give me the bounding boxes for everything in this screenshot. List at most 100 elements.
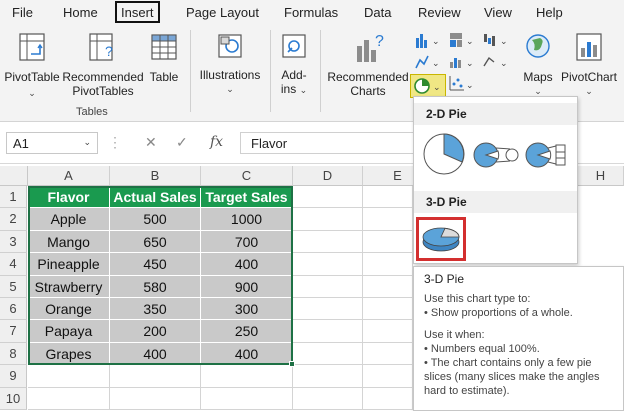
empty-cell[interactable] (293, 387, 363, 410)
table-cell[interactable]: 580 (110, 275, 201, 298)
tab-formulas[interactable]: Formulas (284, 5, 338, 20)
recommended-pivot-tables-button[interactable]: ? Recommended PivotTables (62, 30, 144, 100)
tab-review[interactable]: Review (418, 5, 461, 20)
bar-of-pie-option[interactable] (524, 135, 574, 175)
empty-cell[interactable] (28, 387, 110, 410)
tab-help[interactable]: Help (536, 5, 563, 20)
statistic-chart-button[interactable]: ⌄ (448, 52, 478, 72)
table-cell[interactable]: 650 (110, 230, 201, 254)
empty-cell[interactable] (201, 365, 293, 388)
table-cell[interactable]: 700 (201, 230, 293, 254)
table-cell[interactable]: 400 (110, 342, 201, 366)
table-header-cell[interactable]: Target Sales (201, 186, 293, 209)
insert-function-icon[interactable]: fx (210, 134, 223, 150)
maps-button[interactable]: Maps ⌄ (518, 30, 558, 100)
tab-page-layout[interactable]: Page Layout (186, 5, 259, 20)
table-cell[interactable]: Papaya (28, 320, 110, 343)
table-cell[interactable]: 250 (201, 320, 293, 343)
empty-cell[interactable] (201, 387, 293, 410)
line-chart-button[interactable]: ⌄ (414, 52, 444, 72)
empty-cell[interactable] (363, 298, 413, 321)
empty-cell[interactable] (28, 365, 110, 388)
empty-cell[interactable] (363, 275, 413, 298)
empty-cell[interactable] (293, 230, 363, 254)
add-ins-button[interactable]: Add- ins ⌄ (274, 30, 314, 100)
pivot-chart-button[interactable]: PivotChart ⌄ (558, 30, 620, 100)
empty-cell[interactable] (363, 230, 413, 254)
table-cell[interactable]: 300 (201, 298, 293, 321)
row-header[interactable]: 3 (0, 230, 27, 254)
waterfall-chart-button[interactable]: ⌄ (482, 30, 512, 50)
row-header[interactable]: 1 (0, 186, 27, 209)
empty-cell[interactable] (293, 320, 363, 343)
row-header[interactable]: 6 (0, 298, 27, 321)
empty-cell[interactable] (363, 186, 413, 209)
empty-cell[interactable] (293, 298, 363, 321)
fill-handle[interactable] (289, 361, 295, 367)
empty-cell[interactable] (363, 253, 413, 276)
table-cell[interactable]: Apple (28, 208, 110, 231)
table-cell[interactable]: 200 (110, 320, 201, 343)
empty-cell[interactable] (363, 387, 413, 410)
row-header[interactable]: 4 (0, 253, 27, 276)
table-cell[interactable]: 400 (201, 342, 293, 366)
column-header-a[interactable]: A (28, 166, 110, 186)
empty-cell[interactable] (110, 365, 201, 388)
table-cell[interactable]: 450 (110, 253, 201, 276)
empty-cell[interactable] (293, 275, 363, 298)
tab-insert[interactable]: Insert (115, 1, 160, 23)
column-header-c[interactable]: C (201, 166, 293, 186)
column-header-d[interactable]: D (293, 166, 363, 186)
column-header-b[interactable]: B (110, 166, 201, 186)
table-cell[interactable]: Orange (28, 298, 110, 321)
scatter-chart-button[interactable]: ⌄ (448, 74, 478, 94)
hierarchy-chart-button[interactable]: ⌄ (448, 30, 478, 50)
pivot-table-button[interactable]: PivotTable ⌄ (4, 30, 60, 100)
row-header[interactable]: 2 (0, 208, 27, 231)
pie-2d-option[interactable] (420, 131, 470, 177)
tab-home[interactable]: Home (63, 5, 98, 20)
empty-cell[interactable] (293, 253, 363, 276)
chevron-down-icon[interactable]: ⌄ (83, 137, 91, 148)
cancel-icon[interactable]: ✕ (145, 134, 157, 151)
table-cell[interactable]: 350 (110, 298, 201, 321)
table-cell[interactable]: Strawberry (28, 275, 110, 298)
empty-cell[interactable] (293, 208, 363, 231)
recommended-charts-button[interactable]: ? Recommended Charts (326, 30, 410, 100)
empty-cell[interactable] (363, 320, 413, 343)
table-cell[interactable]: 500 (110, 208, 201, 231)
tab-file[interactable]: File (12, 5, 33, 20)
illustrations-button[interactable]: Illustrations ⌄ (196, 30, 264, 100)
pie-3d-option[interactable] (416, 217, 466, 261)
table-header-cell[interactable]: Flavor (28, 186, 110, 209)
combo-chart-button[interactable]: ⌄ (482, 52, 512, 72)
table-cell[interactable]: 1000 (201, 208, 293, 231)
row-header[interactable]: 9 (0, 365, 27, 388)
table-header-cell[interactable]: Actual Sales (110, 186, 201, 209)
row-header[interactable]: 8 (0, 342, 27, 366)
column-chart-button[interactable]: ⌄ (414, 30, 444, 50)
empty-cell[interactable] (293, 186, 363, 209)
table-cell[interactable]: Mango (28, 230, 110, 254)
empty-cell[interactable] (293, 365, 363, 388)
formula-input[interactable]: Flavor (240, 132, 415, 154)
tab-data[interactable]: Data (364, 5, 391, 20)
table-cell[interactable]: 400 (201, 253, 293, 276)
pie-of-pie-option[interactable] (472, 135, 522, 175)
table-cell[interactable]: 900 (201, 275, 293, 298)
empty-cell[interactable] (363, 365, 413, 388)
empty-cell[interactable] (293, 342, 363, 366)
name-box[interactable]: A1 ⌄ (6, 132, 98, 154)
row-header[interactable]: 5 (0, 275, 27, 298)
row-header[interactable]: 10 (0, 387, 27, 410)
table-cell[interactable]: Grapes (28, 342, 110, 366)
table-button[interactable]: Table (146, 30, 182, 100)
empty-cell[interactable] (363, 342, 413, 366)
row-header[interactable]: 7 (0, 320, 27, 343)
empty-cell[interactable] (110, 387, 201, 410)
select-all-corner[interactable] (0, 166, 28, 186)
pie-chart-button[interactable]: ⌄ (410, 74, 446, 98)
table-cell[interactable]: Pineapple (28, 253, 110, 276)
tab-view[interactable]: View (484, 5, 512, 20)
enter-icon[interactable]: ✓ (176, 134, 188, 151)
